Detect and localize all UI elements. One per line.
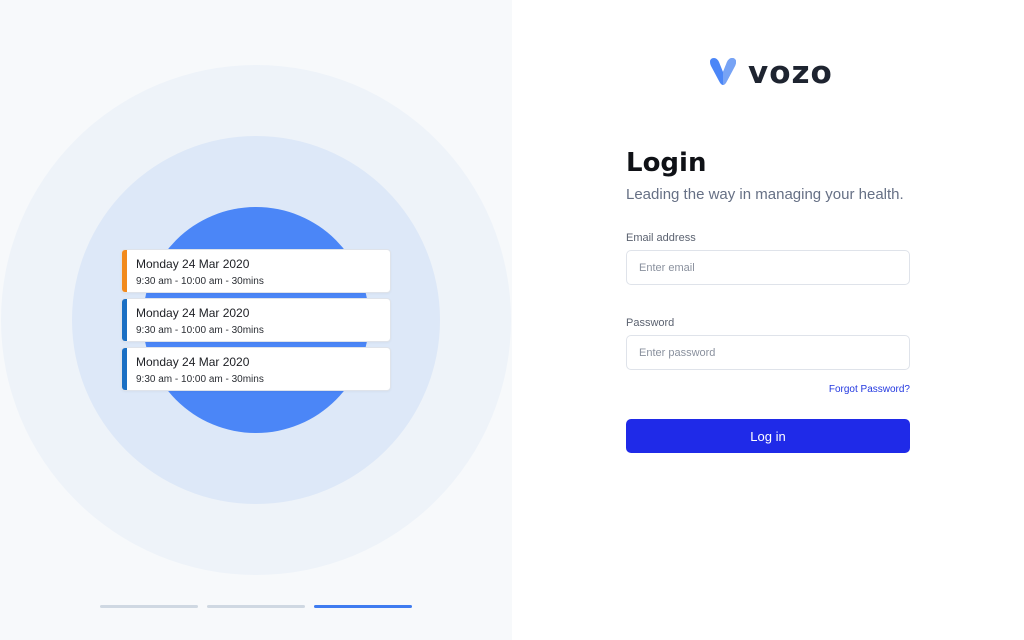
carousel-dot-1[interactable] [100,605,198,608]
appointment-time: 9:30 am - 10:00 am - 30mins [136,325,264,336]
appointment-date: Monday 24 Mar 2020 [136,257,250,271]
carousel-dot-3[interactable] [314,605,412,608]
appointment-accent-bar [122,299,127,341]
appointment-time: 9:30 am - 10:00 am - 30mins [136,374,264,385]
appointment-date: Monday 24 Mar 2020 [136,355,250,369]
page-title: Login [626,148,707,178]
appointment-card: Monday 24 Mar 2020 9:30 am - 10:00 am - … [121,249,391,293]
appointment-card: Monday 24 Mar 2020 9:30 am - 10:00 am - … [121,347,391,391]
login-button[interactable]: Log in [626,419,910,453]
carousel-dot-2[interactable] [207,605,305,608]
appointment-accent-bar [122,250,127,292]
appointment-card: Monday 24 Mar 2020 9:30 am - 10:00 am - … [121,298,391,342]
brand-name: vozo [748,55,833,91]
appointment-time: 9:30 am - 10:00 am - 30mins [136,276,264,287]
email-field[interactable] [626,250,910,285]
forgot-password-link[interactable]: Forgot Password? [829,384,910,395]
password-field[interactable] [626,335,910,370]
carousel-indicators [100,605,412,608]
brand-logo: vozo [706,55,833,91]
email-label: Email address [626,232,696,244]
appointment-date: Monday 24 Mar 2020 [136,306,250,320]
page-subtitle: Leading the way in managing your health. [626,186,904,203]
login-header: Login Leading the way in managing your h… [626,148,910,203]
password-label: Password [626,317,675,329]
illustration-panel: Monday 24 Mar 2020 9:30 am - 10:00 am - … [0,0,512,640]
vozo-v-logo-icon [706,56,740,91]
appointment-accent-bar [122,348,127,390]
